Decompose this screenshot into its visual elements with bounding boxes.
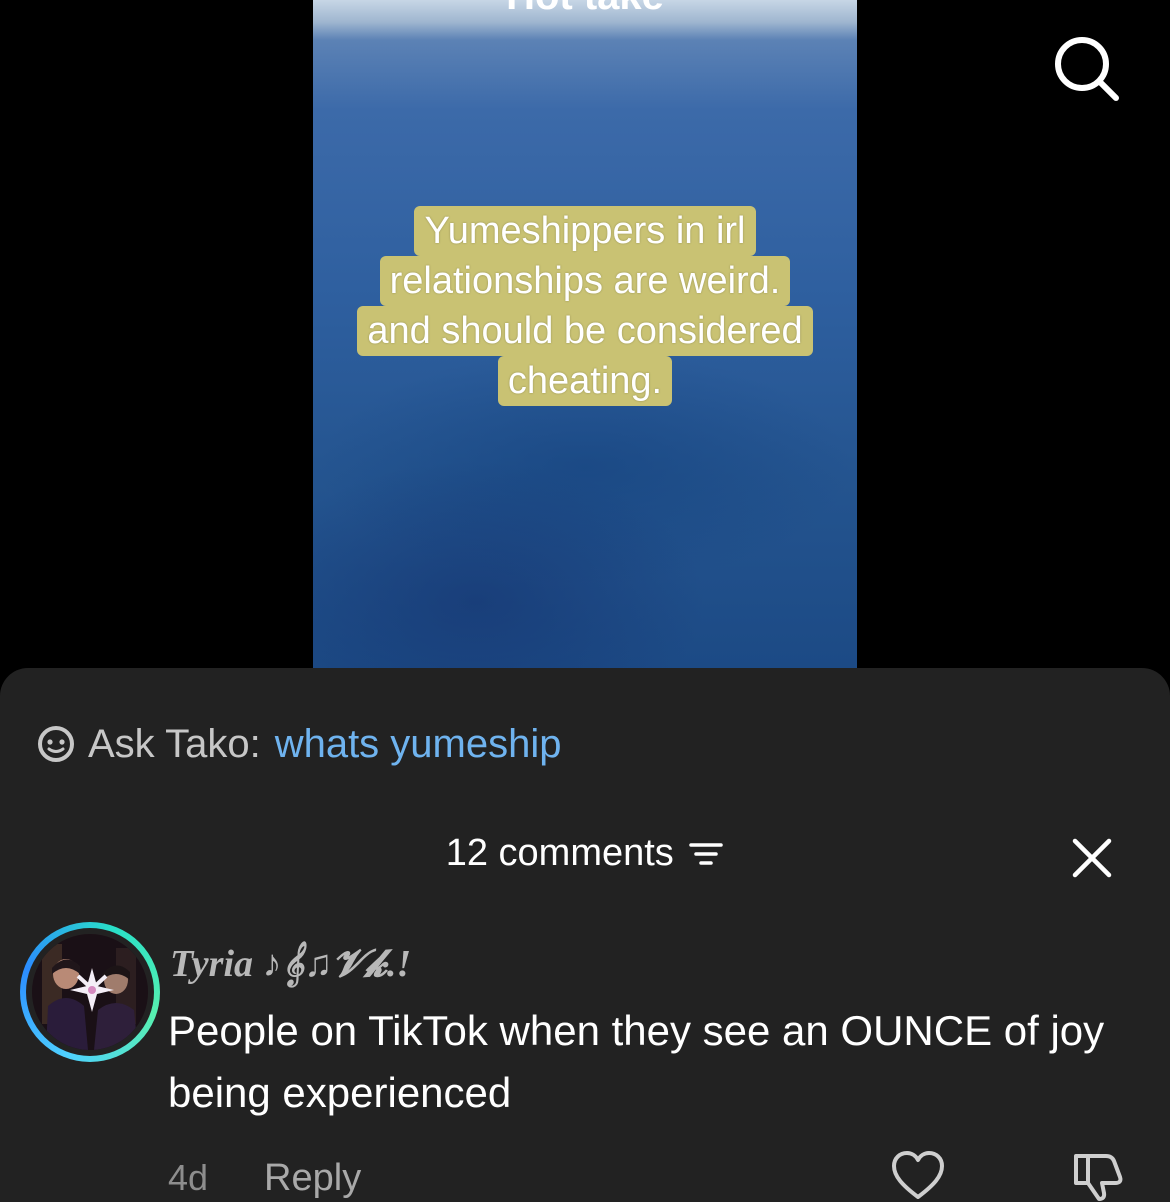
thumbs-down-icon	[1074, 1154, 1123, 1201]
comment-username[interactable]: Tyria ♪𝄞♫𝓥𝓴.!	[170, 942, 411, 986]
caption-line: relationships are weird.	[379, 256, 791, 306]
comment-text: People on TikTok when they see an OUNCE …	[168, 1007, 1105, 1116]
ask-tako-label: Ask Tako:	[88, 721, 261, 766]
video-player[interactable]: Hot take Yumeshippers in irl relationshi…	[0, 0, 1170, 668]
close-button[interactable]	[1070, 836, 1114, 880]
comment-time: 4d	[168, 1157, 209, 1198]
video-caption: Yumeshippers in irl relationships are we…	[313, 206, 857, 406]
dislike-button[interactable]	[1068, 1150, 1128, 1202]
ask-tako-query-link[interactable]: whats yumeship	[275, 722, 562, 767]
video-frame[interactable]: Hot take Yumeshippers in irl relationshi…	[313, 0, 857, 668]
caption-line: Yumeshippers in irl	[414, 206, 756, 256]
avatar[interactable]	[20, 922, 160, 1062]
like-button[interactable]	[890, 1150, 946, 1202]
search-button[interactable]	[1052, 34, 1120, 102]
tako-icon	[38, 726, 74, 762]
close-icon	[1072, 838, 1112, 878]
caption-line: cheating.	[497, 356, 673, 406]
caption-line: and should be considered	[357, 306, 813, 356]
reply-button[interactable]: Reply	[264, 1157, 361, 1200]
ask-tako-bar[interactable]: Ask Tako: whats yumeship	[36, 720, 561, 768]
filter-icon[interactable]	[688, 839, 724, 869]
comments-count: 12 comments	[445, 832, 674, 874]
heart-icon	[892, 1151, 944, 1199]
video-title: Hot take	[313, 0, 857, 19]
comment-meta: 4d Reply	[168, 1154, 361, 1202]
avatar-image	[32, 934, 148, 1050]
search-icon	[1055, 37, 1119, 101]
comments-header: 12 comments	[0, 832, 1170, 882]
comment-item: Tyria ♪𝄞♫𝓥𝓴.! People on TikTok when they…	[0, 920, 1170, 1202]
